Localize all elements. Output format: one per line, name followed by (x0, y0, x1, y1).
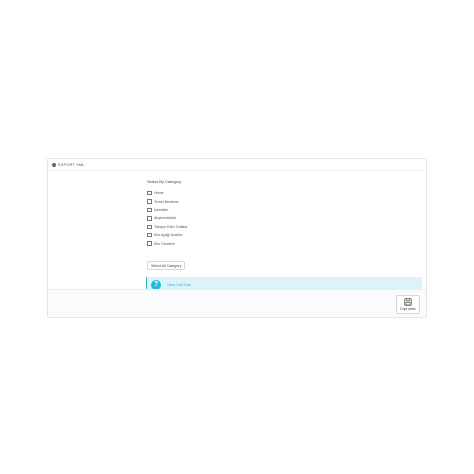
panel-footer: Dışa aktar (48, 289, 426, 317)
checkbox[interactable] (147, 190, 152, 196)
checkbox[interactable] (147, 199, 152, 204)
checkbox[interactable] (147, 207, 152, 213)
select-all-category-button[interactable]: Select All Category (147, 261, 186, 270)
gear-icon (52, 162, 56, 167)
export-button-label: Dışa aktar (400, 307, 416, 311)
panel-body: Select By Category Home Temel Besleme İç… (48, 171, 426, 292)
category-item-label: İçecekler (154, 207, 169, 212)
export-xml-panel: EXPORT XML Select By Category Home Temel… (47, 158, 427, 318)
category-item[interactable]: İçecekler (147, 206, 188, 214)
category-item-label: Kilo Yönetimi (154, 241, 175, 246)
category-item[interactable]: Kilo Ayağı Azaltıcı (147, 231, 188, 239)
category-item-label: Kilo Ayağı Azaltıcı (154, 233, 183, 238)
panel-heading: EXPORT XML (48, 159, 426, 171)
category-item[interactable]: Temel Besleme (147, 197, 188, 205)
checkbox[interactable] (147, 241, 152, 246)
category-item[interactable]: Takviye Edici Gıdalar (147, 223, 188, 231)
category-list: Home Temel Besleme İçecekler Atıştırmalı… (147, 189, 188, 248)
category-item[interactable]: Home (147, 189, 188, 197)
save-icon (404, 298, 412, 306)
category-item-label: Takviye Edici Gıdalar (154, 224, 188, 229)
view-xml-link[interactable]: View Xml Link (167, 283, 191, 287)
category-label: Select By Category (147, 179, 182, 184)
category-item-label: Temel Besleme (154, 199, 179, 204)
export-button[interactable]: Dışa aktar (396, 295, 420, 314)
panel-title: EXPORT XML (58, 162, 85, 167)
question-icon: ? (151, 279, 161, 290)
checkbox[interactable] (147, 224, 152, 229)
checkbox[interactable] (147, 232, 152, 238)
checkbox[interactable] (147, 216, 152, 221)
category-item[interactable]: Atıştırmalıklar (147, 214, 188, 222)
category-item-label: Home (154, 191, 164, 196)
category-item-label: Atıştırmalıklar (154, 216, 176, 221)
category-item[interactable]: Kilo Yönetimi (147, 239, 188, 247)
